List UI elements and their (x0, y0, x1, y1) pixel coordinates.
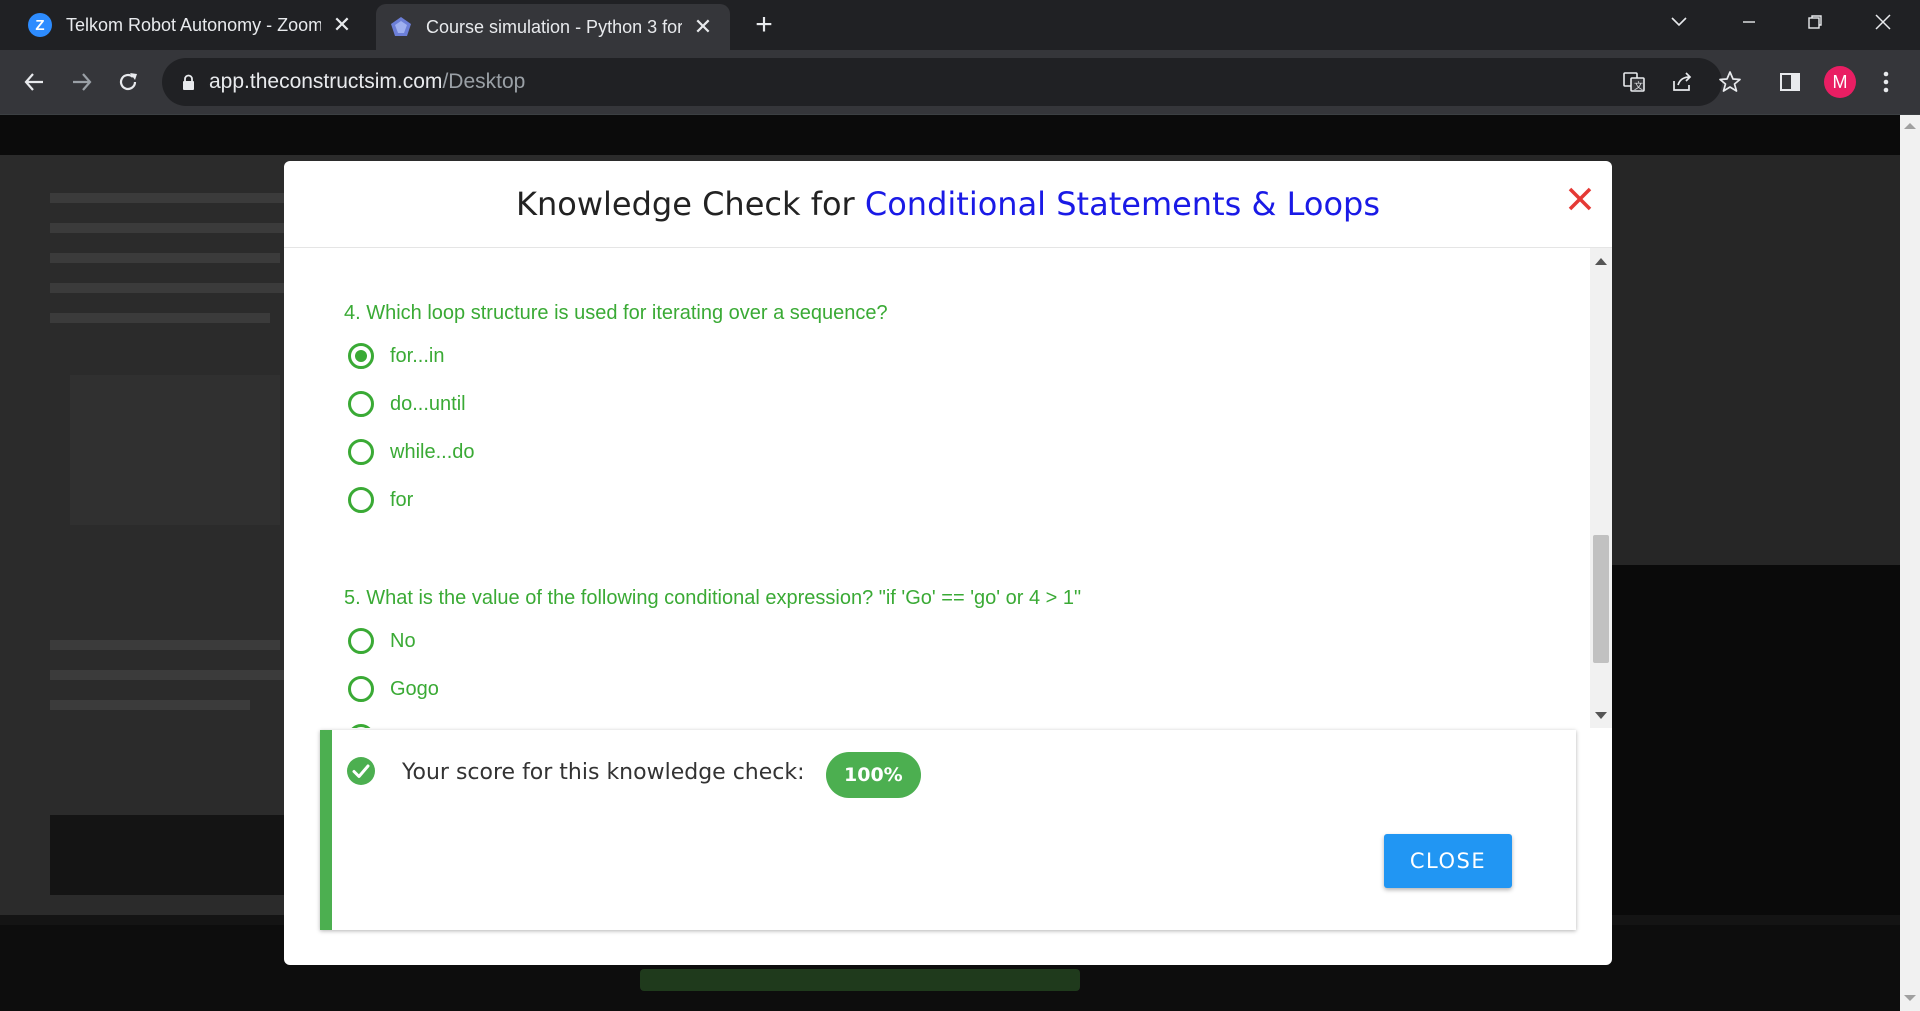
score-panel: Your score for this knowledge check: 100… (320, 730, 1576, 930)
tab-zoom[interactable]: Z Telkom Robot Autonomy - Zoom ✕ (14, 0, 369, 50)
translate-icon[interactable]: 文 (1618, 66, 1650, 98)
tab-strip: Z Telkom Robot Autonomy - Zoom ✕ Course … (0, 0, 1920, 50)
text-line (50, 253, 280, 263)
option-label: No (390, 629, 416, 652)
address-bar[interactable]: app.theconstructsim.com/Desktop (162, 58, 1722, 106)
option-label: Gogo (390, 677, 439, 700)
radio-selected-icon[interactable] (348, 343, 374, 369)
tab-title: Course simulation - Python 3 for Robotic… (426, 16, 682, 37)
window-close-icon[interactable] (1854, 0, 1912, 44)
page-header-band (0, 115, 1900, 155)
minimize-icon[interactable] (1720, 0, 1778, 44)
option-label: for...in (390, 344, 445, 367)
check-circle-icon (347, 757, 375, 785)
menu-kebab-icon[interactable] (1870, 66, 1902, 98)
progress-strip (640, 969, 1080, 991)
text-line (50, 223, 300, 233)
question-5: 5. What is the value of the following co… (344, 587, 1082, 609)
score-label: Your score for this knowledge check: (402, 760, 805, 785)
share-icon[interactable] (1666, 66, 1698, 98)
new-tab-button[interactable]: + (748, 8, 780, 41)
radio-icon[interactable] (348, 724, 374, 728)
url-path: /Desktop (442, 70, 526, 93)
answer-option-partial[interactable] (348, 722, 390, 728)
answer-option[interactable]: while...do (348, 437, 475, 467)
text-line (50, 193, 290, 203)
option-label: while...do (390, 440, 475, 463)
reload-icon[interactable] (110, 64, 146, 100)
modal-close-icon[interactable] (1560, 179, 1600, 219)
text-line (50, 313, 270, 323)
radio-icon[interactable] (348, 676, 374, 702)
construct-sim-icon (391, 17, 411, 36)
url-domain: app.theconstructsim.com (209, 70, 443, 93)
scroll-down-arrow[interactable] (1595, 712, 1607, 719)
forward-arrow-icon[interactable] (64, 64, 100, 100)
radio-icon[interactable] (348, 391, 374, 417)
scroll-up-arrow[interactable] (1904, 123, 1916, 129)
text-line (50, 700, 250, 710)
answer-option[interactable]: do...until (348, 389, 466, 419)
profile-avatar[interactable]: M (1824, 66, 1856, 98)
option-label: for (390, 488, 414, 511)
terminal-cell (50, 815, 290, 895)
title-prefix: Knowledge Check for (516, 185, 855, 223)
tab-title: Telkom Robot Autonomy - Zoom (66, 14, 321, 35)
modal-scrollbar[interactable] (1590, 248, 1612, 728)
modal-title: Knowledge Check for Conditional Statemen… (516, 185, 1380, 223)
text-line (50, 283, 290, 293)
question-4: 4. Which loop structure is used for iter… (344, 302, 888, 324)
option-label: do...until (390, 392, 466, 415)
page-scrollbar[interactable] (1900, 115, 1920, 1011)
radio-icon[interactable] (348, 487, 374, 513)
bookmark-star-icon[interactable] (1714, 66, 1746, 98)
scroll-down-arrow[interactable] (1904, 995, 1916, 1001)
answer-option[interactable]: for (348, 485, 413, 515)
tab-search-chevron-icon[interactable] (1650, 0, 1708, 44)
close-button[interactable]: CLOSE (1384, 834, 1512, 888)
answer-option[interactable]: for...in (348, 341, 444, 371)
lock-icon (183, 74, 194, 90)
text-line (50, 670, 290, 680)
tab-course-simulation[interactable]: Course simulation - Python 3 for Robotic… (376, 4, 730, 50)
radio-icon[interactable] (348, 628, 374, 654)
title-accent: Conditional Statements & Loops (864, 185, 1380, 223)
scrollbar-thumb[interactable] (1593, 535, 1609, 663)
knowledge-check-modal: Knowledge Check for Conditional Statemen… (284, 161, 1612, 965)
answer-option[interactable]: Gogo (348, 674, 439, 704)
url-text: app.theconstructsim.com/Desktop (209, 70, 525, 94)
scroll-up-arrow[interactable] (1595, 258, 1607, 265)
code-cell (70, 375, 280, 525)
tab-close-icon[interactable]: ✕ (690, 14, 716, 40)
svg-text:文: 文 (1634, 80, 1643, 92)
modal-header: Knowledge Check for Conditional Statemen… (284, 161, 1612, 248)
restore-icon[interactable] (1786, 0, 1844, 44)
answer-option[interactable]: No (348, 626, 416, 656)
zoom-icon: Z (28, 13, 52, 37)
side-panel-icon[interactable] (1774, 66, 1806, 98)
back-arrow-icon[interactable] (16, 64, 52, 100)
questions-list[interactable]: 4. Which loop structure is used for iter… (284, 248, 1590, 728)
text-line (50, 640, 280, 650)
radio-icon[interactable] (348, 439, 374, 465)
browser-toolbar: app.theconstructsim.com/Desktop 文 M (0, 50, 1920, 115)
score-badge: 100% (826, 752, 921, 798)
tab-close-icon[interactable]: ✕ (329, 12, 355, 38)
